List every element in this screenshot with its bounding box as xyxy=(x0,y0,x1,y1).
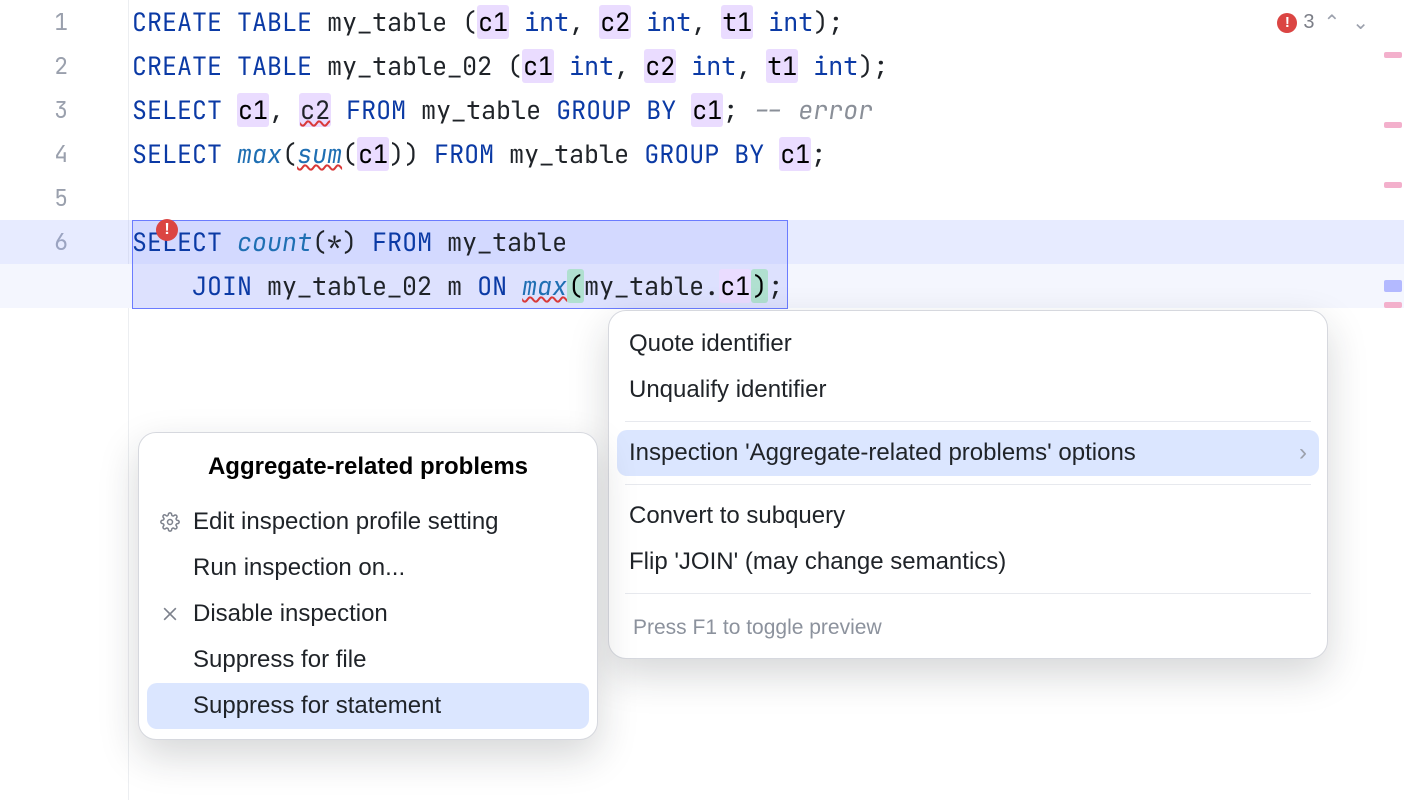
code-editor: 1 2 3 4 5 6 7 CREATE TABLE my_table (c1 … xyxy=(0,0,1404,800)
line-number[interactable]: 3 xyxy=(0,88,128,132)
error-icon: ! xyxy=(1277,13,1297,33)
blank-icon xyxy=(159,649,181,671)
blank-icon xyxy=(159,695,181,717)
line-number[interactable]: 5 xyxy=(0,176,128,220)
chevron-right-icon: › xyxy=(1299,439,1307,467)
menu-separator xyxy=(625,484,1311,485)
error-marker[interactable] xyxy=(1384,182,1402,188)
menu-item-quote-identifier[interactable]: Quote identifier xyxy=(609,321,1327,367)
menu-hint: Press F1 to toggle preview xyxy=(609,602,1327,648)
code-line[interactable]: CREATE TABLE my_table (c1 int, c2 int, t… xyxy=(132,0,1380,44)
error-marker[interactable] xyxy=(1384,122,1402,128)
menu-separator xyxy=(625,593,1311,594)
intention-actions-popup: Quote identifier Unqualify identifier In… xyxy=(608,310,1328,659)
gear-icon xyxy=(159,511,181,533)
blank-icon xyxy=(159,557,181,579)
error-marker[interactable] xyxy=(1384,52,1402,58)
chevron-down-icon[interactable]: ⌄ xyxy=(1349,10,1372,35)
error-marker[interactable] xyxy=(1384,302,1402,308)
menu-item-disable-inspection[interactable]: Disable inspection xyxy=(139,591,597,637)
selection-marker[interactable] xyxy=(1384,280,1402,292)
line-number[interactable]: 6 xyxy=(0,220,128,264)
code-line[interactable]: SELECT max(sum(c1)) FROM my_table GROUP … xyxy=(132,132,1380,176)
gutter: 1 2 3 4 5 6 7 xyxy=(0,0,128,800)
line-number[interactable]: 2 xyxy=(0,44,128,88)
menu-item-unqualify-identifier[interactable]: Unqualify identifier xyxy=(609,367,1327,413)
chevron-up-icon[interactable]: ⌃ xyxy=(1320,10,1343,35)
code-line[interactable]: JOIN my_table_02 m ON max(my_table.c1); xyxy=(132,264,1380,308)
popup-title: Aggregate-related problems xyxy=(139,439,597,499)
problems-indicator[interactable]: ! 3 ⌃ ⌄ xyxy=(1277,10,1372,35)
error-stripe[interactable] xyxy=(1382,0,1404,800)
menu-item-convert-subquery[interactable]: Convert to subquery xyxy=(609,493,1327,539)
line-number[interactable]: 1 xyxy=(0,0,128,44)
close-icon xyxy=(159,603,181,625)
error-bulb-icon[interactable]: ! xyxy=(156,219,178,241)
menu-item-flip-join[interactable]: Flip 'JOIN' (may change semantics) xyxy=(609,539,1327,585)
menu-item-inspection-options[interactable]: Inspection 'Aggregate-related problems' … xyxy=(617,430,1319,476)
inspection-options-popup: Aggregate-related problems Edit inspecti… xyxy=(138,432,598,740)
code-line[interactable]: SELECT count(*) FROM my_table xyxy=(132,220,1380,264)
menu-item-run-inspection[interactable]: Run inspection on... xyxy=(139,545,597,591)
line-number[interactable]: 7 xyxy=(0,264,128,308)
gutter-border xyxy=(128,0,129,800)
code-line[interactable] xyxy=(132,176,1380,220)
line-number[interactable]: 4 xyxy=(0,132,128,176)
menu-item-suppress-file[interactable]: Suppress for file xyxy=(139,637,597,683)
code-line[interactable]: CREATE TABLE my_table_02 (c1 int, c2 int… xyxy=(132,44,1380,88)
code-line[interactable]: SELECT c1, c2 FROM my_table GROUP BY c1;… xyxy=(132,88,1380,132)
menu-item-suppress-statement[interactable]: Suppress for statement xyxy=(147,683,589,729)
code-area[interactable]: CREATE TABLE my_table (c1 int, c2 int, t… xyxy=(132,0,1380,308)
menu-separator xyxy=(625,421,1311,422)
problems-count: 3 xyxy=(1303,11,1314,34)
menu-item-edit-profile[interactable]: Edit inspection profile setting xyxy=(139,499,597,545)
